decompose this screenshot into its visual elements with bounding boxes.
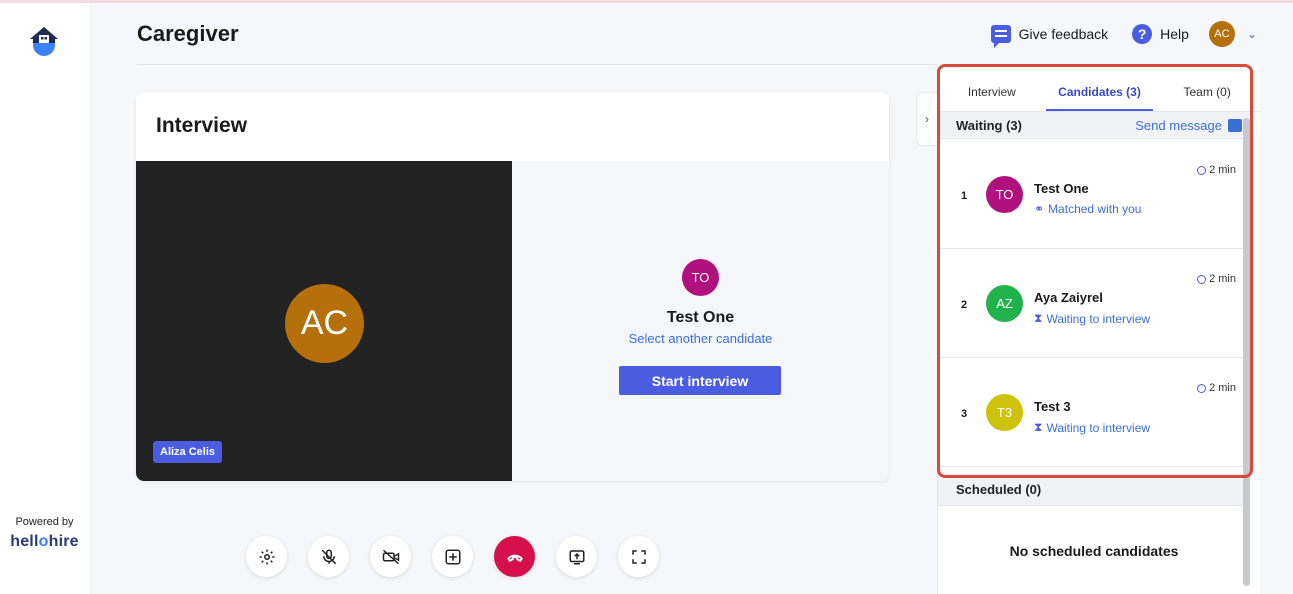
left-rail: Powered by hellohire [0,0,89,594]
help-label: Help [1160,26,1189,42]
video-off-icon [382,549,399,564]
candidate-name: Test 3 [1034,399,1071,414]
brand-logo: hellohire [10,533,79,550]
list-item[interactable]: 3 T3 Test 3 ⧗ Waiting to interview 2 min [938,358,1250,467]
candidate-status: ⧗ Waiting to interview [1034,420,1151,435]
tab-interview[interactable]: Interview [938,64,1046,111]
header-actions: Give feedback ? Help AC ⌄ [990,21,1257,48]
candidate-avatar: TO [682,259,719,296]
interview-title: Interview [156,114,248,137]
share-screen-icon [569,549,584,564]
sparkle-frame-icon [445,549,460,564]
panel-scrollbar[interactable] [1243,118,1250,586]
home-logo-icon[interactable] [26,23,62,59]
help-button[interactable]: ? Help [1132,24,1189,44]
help-icon: ? [1132,24,1153,44]
give-feedback-button[interactable]: Give feedback [990,25,1109,48]
row-number: 3 [961,408,968,420]
interview-card: Interview AC Aliza Celis TO Test One Sel… [136,92,889,481]
send-message-button[interactable]: Send message [1135,118,1242,133]
send-message-label: Send message [1135,117,1222,133]
candidate-status: ⚭ Matched with you [1034,202,1142,216]
waiting-section-header: Waiting (3) Send message [938,112,1250,139]
matched-icon: ⚭ [1034,202,1045,216]
fullscreen-icon [631,549,646,564]
hourglass-icon: ⧗ [1034,311,1043,325]
self-avatar: AC [285,284,364,363]
share-screen-button[interactable] [556,536,597,577]
hourglass-icon: ⧗ [1034,420,1043,434]
clock-icon [1197,165,1207,175]
waiting-header: Waiting (3) [956,117,1022,133]
main-area: Caregiver Give feedback ? Help AC ⌄ Inte… [89,0,1293,594]
fullscreen-button[interactable] [618,536,659,577]
settings-button[interactable] [246,536,287,577]
gear-icon [259,549,274,564]
tab-candidates[interactable]: Candidates (3) [1045,64,1154,111]
candidate-name: Test One [1034,181,1089,196]
candidate-tile: TO Test One Select another candidate Sta… [512,161,889,481]
avatar: AC [1208,21,1235,47]
row-number: 1 [961,190,968,202]
no-scheduled-message: No scheduled candidates [1009,543,1179,559]
select-another-candidate-link[interactable]: Select another candidate [512,331,889,346]
candidate-name: Test One [666,309,735,326]
avatar: T3 [986,394,1023,431]
chevron-right-icon: › [925,112,929,126]
end-call-button[interactable] [494,536,535,577]
chevron-down-icon: ⌄ [1246,27,1257,41]
list-item[interactable]: 2 AZ Aya Zaiyrel ⧗ Waiting to interview 2… [938,249,1250,358]
feedback-label: Give feedback [1018,26,1109,42]
collapse-panel-button[interactable]: › [916,92,938,146]
powered-by-label: Powered by [15,516,74,528]
clock-icon [1197,383,1207,393]
row-number: 2 [961,299,968,311]
self-video-tile: AC Aliza Celis [136,161,512,481]
start-interview-button[interactable]: Start interview [619,366,781,395]
user-menu[interactable]: AC ⌄ [1197,21,1257,47]
effects-button[interactable] [432,536,473,577]
wait-time: 2 min [1197,382,1236,394]
message-icon [1228,118,1242,132]
wait-time: 2 min [1197,164,1236,176]
mic-off-icon [321,549,336,564]
page-title: Caregiver [137,21,239,46]
avatar: AZ [986,285,1023,322]
scheduled-section-header: Scheduled (0) [938,473,1250,506]
side-panel: Interview Candidates (3) Team (0) Waitin… [937,64,1261,594]
candidate-name: Aya Zaiyrel [1034,290,1103,305]
hang-up-icon [506,554,523,562]
camera-off-button[interactable] [370,536,411,577]
avatar: TO [986,176,1023,213]
feedback-icon [990,25,1011,48]
scheduled-header: Scheduled (0) [956,481,1042,497]
mute-mic-button[interactable] [308,536,349,577]
wait-time: 2 min [1197,273,1236,285]
clock-icon [1197,274,1207,284]
candidate-status: ⧗ Waiting to interview [1034,311,1151,326]
list-item[interactable]: 1 TO Test One ⚭ Matched with you 2 min [938,140,1250,249]
self-name-tag: Aliza Celis [153,441,223,463]
tab-team[interactable]: Team (0) [1153,64,1261,111]
call-controls [246,536,659,577]
panel-tabs: Interview Candidates (3) Team (0) [938,64,1261,112]
